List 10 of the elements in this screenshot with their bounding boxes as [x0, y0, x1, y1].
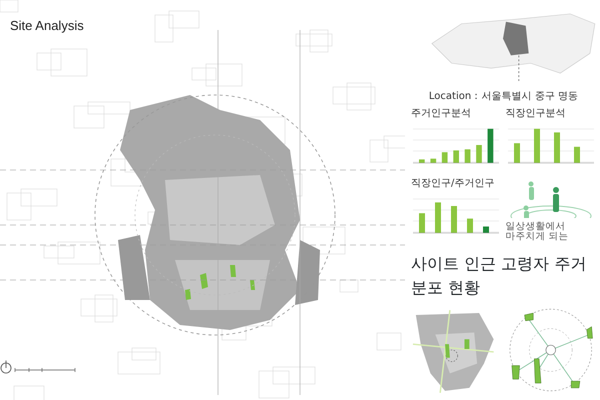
location-address: 서울특별시 중구 명동 [482, 90, 578, 104]
location-label: Location : [428, 90, 478, 104]
scale-bar [14, 366, 76, 374]
chart-title: 직장인구분석 [506, 108, 566, 119]
chart-title: 주거인구분석 [411, 108, 472, 119]
compass-icon [0, 360, 12, 374]
page-title: Site Analysis [10, 17, 84, 35]
chart-title: 직장인구/주거인구 [411, 178, 496, 189]
section-title: 사이트 인근 고령자 주거 분포 현황 [411, 253, 588, 299]
illustration-caption: 일상생활에서 마주치게 되는 [506, 222, 570, 243]
